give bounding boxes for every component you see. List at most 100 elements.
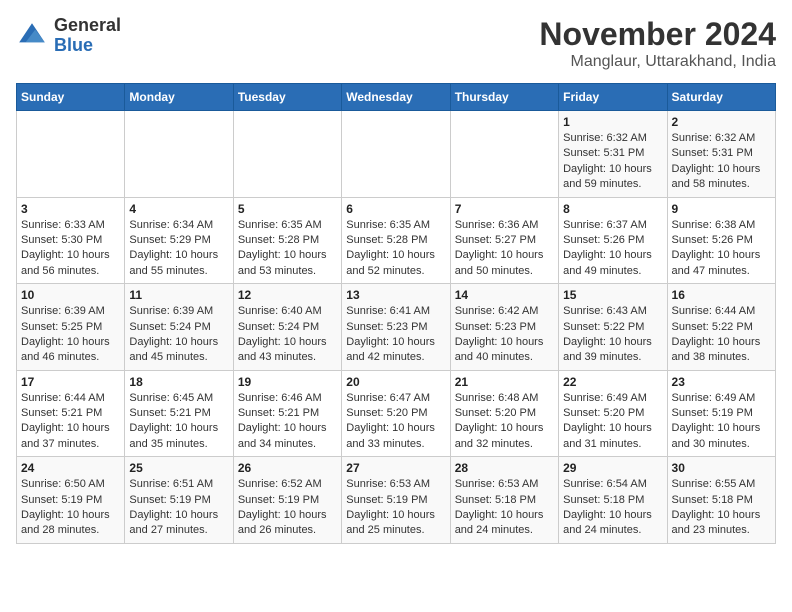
calendar-cell [17,111,125,198]
calendar-cell: 11 Sunrise: 6:39 AMSunset: 5:24 PMDayligh… [125,284,233,371]
day-number: 22 [563,375,662,389]
day-number: 2 [672,115,771,129]
day-info: Sunrise: 6:35 AMSunset: 5:28 PMDaylight:… [238,218,337,280]
day-info: Sunrise: 6:44 AMSunset: 5:22 PMDaylight:… [672,304,771,366]
calendar-cell: 14 Sunrise: 6:42 AMSunset: 5:23 PMDayligh… [450,284,558,371]
calendar-cell: 29 Sunrise: 6:54 AMSunset: 5:18 PMDayligh… [559,457,667,544]
calendar-cell: 26Sunrise: 6:52 AMSunset: 5:19 PMDayligh… [233,457,341,544]
calendar-cell: 23Sunrise: 6:49 AMSunset: 5:19 PMDayligh… [667,370,775,457]
day-info: Sunrise: 6:49 AMSunset: 5:20 PMDaylight:… [563,391,662,453]
calendar-cell: 12 Sunrise: 6:40 AMSunset: 5:24 PMDayligh… [233,284,341,371]
day-info: Sunrise: 6:39 AMSunset: 5:25 PMDaylight:… [21,304,120,366]
day-number: 20 [346,375,445,389]
calendar-cell [450,111,558,198]
day-info: Sunrise: 6:54 AMSunset: 5:18 PMDaylight:… [563,477,662,539]
day-number: 7 [455,202,554,216]
calendar-header-saturday: Saturday [667,84,775,111]
calendar-header-wednesday: Wednesday [342,84,450,111]
day-info: Sunrise: 6:38 AMSunset: 5:26 PMDaylight:… [672,218,771,280]
calendar-week-5: 24 Sunrise: 6:50 AMSunset: 5:19 PMDayligh… [17,457,776,544]
calendar-cell [233,111,341,198]
day-number: 9 [672,202,771,216]
day-info: Sunrise: 6:36 AMSunset: 5:27 PMDaylight:… [455,218,554,280]
day-number: 8 [563,202,662,216]
day-number: 25 [129,461,228,475]
day-info: Sunrise: 6:35 AMSunset: 5:28 PMDaylight:… [346,218,445,280]
day-info: Sunrise: 6:37 AMSunset: 5:26 PMDaylight:… [563,218,662,280]
day-number: 12 [238,288,337,302]
calendar-cell: 30 Sunrise: 6:55 AMSunset: 5:18 PMDayligh… [667,457,775,544]
day-info: Sunrise: 6:40 AMSunset: 5:24 PMDaylight:… [238,304,337,366]
calendar-cell: 24 Sunrise: 6:50 AMSunset: 5:19 PMDayligh… [17,457,125,544]
calendar-cell: 20Sunrise: 6:47 AMSunset: 5:20 PMDayligh… [342,370,450,457]
calendar-cell: 2 Sunrise: 6:32 AMSunset: 5:31 PMDaylight… [667,111,775,198]
calendar-header-tuesday: Tuesday [233,84,341,111]
calendar-cell: 16 Sunrise: 6:44 AMSunset: 5:22 PMDayligh… [667,284,775,371]
calendar-cell: 25 Sunrise: 6:51 AMSunset: 5:19 PMDayligh… [125,457,233,544]
calendar-cell: 6 Sunrise: 6:35 AMSunset: 5:28 PMDaylight… [342,197,450,284]
calendar-cell: 18Sunrise: 6:45 AMSunset: 5:21 PMDayligh… [125,370,233,457]
day-info: Sunrise: 6:43 AMSunset: 5:22 PMDaylight:… [563,304,662,366]
calendar-cell: 4 Sunrise: 6:34 AMSunset: 5:29 PMDaylight… [125,197,233,284]
day-number: 24 [21,461,120,475]
day-info: Sunrise: 6:32 AMSunset: 5:31 PMDaylight:… [563,131,662,193]
calendar-cell: 28 Sunrise: 6:53 AMSunset: 5:18 PMDayligh… [450,457,558,544]
day-info: Sunrise: 6:53 AMSunset: 5:19 PMDaylight:… [346,477,445,539]
calendar-cell: 7 Sunrise: 6:36 AMSunset: 5:27 PMDaylight… [450,197,558,284]
calendar-cell: 22 Sunrise: 6:49 AMSunset: 5:20 PMDayligh… [559,370,667,457]
day-number: 21 [455,375,554,389]
calendar-cell: 9 Sunrise: 6:38 AMSunset: 5:26 PMDaylight… [667,197,775,284]
page-header: General Blue November 2024 Manglaur, Utt… [16,16,776,71]
calendar-cell [342,111,450,198]
day-info: Sunrise: 6:39 AMSunset: 5:24 PMDaylight:… [129,304,228,366]
day-info: Sunrise: 6:51 AMSunset: 5:19 PMDaylight:… [129,477,228,539]
calendar-week-1: 1 Sunrise: 6:32 AMSunset: 5:31 PMDaylight… [17,111,776,198]
calendar-cell: 19 Sunrise: 6:46 AMSunset: 5:21 PMDayligh… [233,370,341,457]
day-number: 14 [455,288,554,302]
calendar-cell: 13Sunrise: 6:41 AMSunset: 5:23 PMDayligh… [342,284,450,371]
day-info: Sunrise: 6:48 AMSunset: 5:20 PMDaylight:… [455,391,554,453]
calendar-header-sunday: Sunday [17,84,125,111]
day-number: 10 [21,288,120,302]
day-info: Sunrise: 6:44 AMSunset: 5:21 PMDaylight:… [21,391,120,453]
day-info: Sunrise: 6:45 AMSunset: 5:21 PMDaylight:… [129,391,228,453]
day-info: Sunrise: 6:33 AMSunset: 5:30 PMDaylight:… [21,218,120,280]
day-info: Sunrise: 6:41 AMSunset: 5:23 PMDaylight:… [346,304,445,366]
calendar-body: 1 Sunrise: 6:32 AMSunset: 5:31 PMDaylight… [17,111,776,544]
day-number: 16 [672,288,771,302]
day-number: 1 [563,115,662,129]
day-number: 27 [346,461,445,475]
day-info: Sunrise: 6:46 AMSunset: 5:21 PMDaylight:… [238,391,337,453]
day-info: Sunrise: 6:42 AMSunset: 5:23 PMDaylight:… [455,304,554,366]
day-number: 19 [238,375,337,389]
calendar-cell: 17 Sunrise: 6:44 AMSunset: 5:21 PMDayligh… [17,370,125,457]
day-number: 6 [346,202,445,216]
title-block: November 2024 Manglaur, Uttarakhand, Ind… [539,16,776,71]
day-info: Sunrise: 6:34 AMSunset: 5:29 PMDaylight:… [129,218,228,280]
day-number: 29 [563,461,662,475]
calendar-cell: 27 Sunrise: 6:53 AMSunset: 5:19 PMDayligh… [342,457,450,544]
calendar-header-friday: Friday [559,84,667,111]
day-info: Sunrise: 6:32 AMSunset: 5:31 PMDaylight:… [672,131,771,193]
calendar-header-monday: Monday [125,84,233,111]
calendar-cell: 8 Sunrise: 6:37 AMSunset: 5:26 PMDaylight… [559,197,667,284]
calendar-header-thursday: Thursday [450,84,558,111]
day-info: Sunrise: 6:50 AMSunset: 5:19 PMDaylight:… [21,477,120,539]
day-number: 11 [129,288,228,302]
calendar-cell: 21 Sunrise: 6:48 AMSunset: 5:20 PMDayligh… [450,370,558,457]
day-info: Sunrise: 6:49 AMSunset: 5:19 PMDaylight:… [672,391,771,453]
day-number: 15 [563,288,662,302]
calendar-cell: 5 Sunrise: 6:35 AMSunset: 5:28 PMDaylight… [233,197,341,284]
day-number: 28 [455,461,554,475]
day-number: 17 [21,375,120,389]
day-info: Sunrise: 6:55 AMSunset: 5:18 PMDaylight:… [672,477,771,539]
day-number: 26 [238,461,337,475]
day-number: 30 [672,461,771,475]
logo-text-blue: Blue [54,35,93,55]
day-number: 4 [129,202,228,216]
calendar-header: SundayMondayTuesdayWednesdayThursdayFrid… [17,84,776,111]
day-number: 5 [238,202,337,216]
logo-icon [16,20,48,52]
calendar-cell [125,111,233,198]
day-info: Sunrise: 6:53 AMSunset: 5:18 PMDaylight:… [455,477,554,539]
